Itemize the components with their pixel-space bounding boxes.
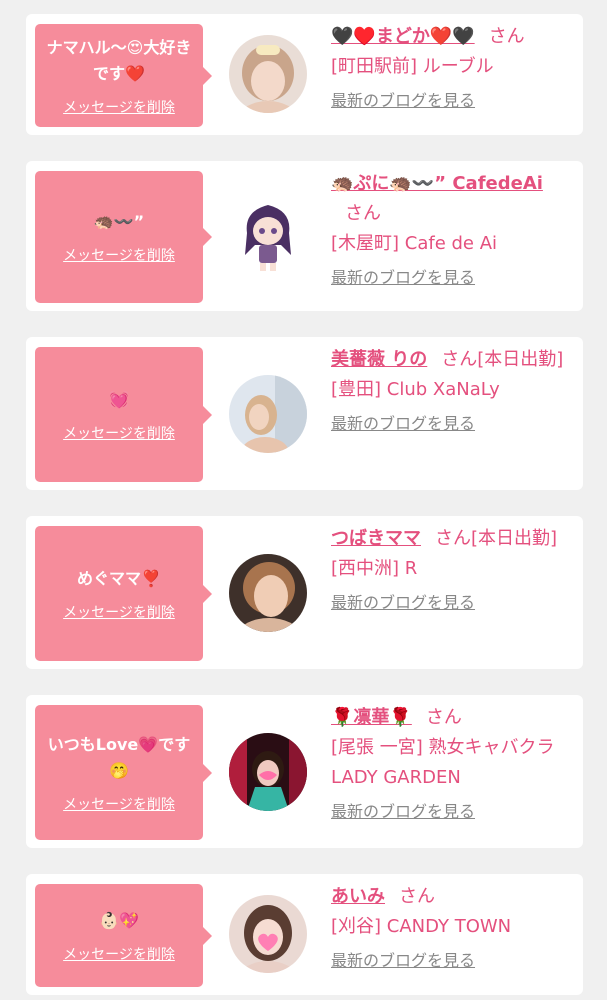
avatar[interactable] <box>229 733 307 811</box>
name-suffix: さん <box>425 707 462 728</box>
woman-portrait-avatar-icon <box>229 375 307 453</box>
avatar[interactable] <box>229 895 307 973</box>
message-card: 👶🏻💖 メッセージを削除 あいみ さん [刈谷] CANDY TOWN 最新のブロ… <box>26 874 583 995</box>
shop-label: [木屋町] Cafe de Ai <box>331 233 498 254</box>
message-bubble: いつもLove💗です🤭 メッセージを削除 <box>35 705 212 840</box>
card-info: 🖤♥️まどか❤️🖤 さん [町田駅前] ルーブル 最新のブログを見る <box>331 22 573 116</box>
latest-blog-link[interactable]: 最新のブログを見る <box>331 86 475 116</box>
delete-message-link[interactable]: メッセージを削除 <box>63 97 175 117</box>
cast-name-link[interactable]: 🖤♥️まどか❤️🖤 <box>331 26 475 47</box>
latest-blog-link[interactable]: 最新のブログを見る <box>331 263 475 293</box>
message-card: 🦔〰️” メッセージを削除 🦔ぷに🦔〰️” CafedeAi さん [木屋町] C… <box>26 161 583 311</box>
delete-message-link[interactable]: メッセージを削除 <box>63 245 175 265</box>
message-card: いつもLove💗です🤭 メッセージを削除 🌹凛華🌹 さん [尾張 一宮] 熟女キャ… <box>26 695 583 848</box>
avatar[interactable] <box>229 554 307 632</box>
shop-label: [豊田] Club XaNaLy <box>331 379 500 400</box>
card-info: つばきママ さん[本日出勤] [西中洲] R 最新のブログを見る <box>331 524 573 618</box>
anime-character-avatar-icon <box>229 197 307 275</box>
message-card: 💓 メッセージを削除 美薔薇 りの さん[本日出勤] [豊田] Club XaNa… <box>26 337 583 490</box>
latest-blog-link[interactable]: 最新のブログを見る <box>331 946 475 976</box>
woman-portrait-avatar-icon <box>229 733 307 811</box>
name-suffix: さん[本日出勤] <box>441 349 564 370</box>
message-bubble: ナマハル〜😍大好きです❤️ メッセージを削除 <box>35 24 212 127</box>
card-info: 美薔薇 りの さん[本日出勤] [豊田] Club XaNaLy 最新のブログを見… <box>331 345 573 439</box>
message-bubble: 👶🏻💖 メッセージを削除 <box>35 884 212 987</box>
message-text: 👶🏻💖 <box>99 910 139 930</box>
delete-message-link[interactable]: メッセージを削除 <box>63 794 175 814</box>
cast-name-link[interactable]: 🦔ぷに🦔〰️” CafedeAi <box>331 173 543 194</box>
delete-message-link[interactable]: メッセージを削除 <box>63 423 175 443</box>
latest-blog-link[interactable]: 最新のブログを見る <box>331 588 475 618</box>
avatar[interactable] <box>229 197 307 275</box>
card-info: あいみ さん [刈谷] CANDY TOWN 最新のブログを見る <box>331 882 573 976</box>
delete-message-link[interactable]: メッセージを削除 <box>63 944 175 964</box>
cast-name-link[interactable]: あいみ <box>331 886 385 907</box>
name-suffix: さん <box>488 26 525 47</box>
avatar[interactable] <box>229 35 307 113</box>
message-text: めぐママ❣️ <box>77 568 161 588</box>
message-text: 💓 <box>109 389 129 409</box>
latest-blog-link[interactable]: 最新のブログを見る <box>331 797 475 827</box>
woman-portrait-avatar-icon <box>229 35 307 113</box>
shop-label: [刈谷] CANDY TOWN <box>331 916 512 937</box>
name-suffix: さん <box>399 886 435 907</box>
card-info: 🌹凛華🌹 さん [尾張 一宮] 熟女キャバクラ LADY GARDEN 最新のブロ… <box>331 703 573 827</box>
shop-label: [尾張 一宮] 熟女キャバクラ LADY GARDEN <box>331 737 555 788</box>
message-list: ナマハル〜😍大好きです❤️ メッセージを削除 🖤♥️まどか❤️🖤 さん [町田駅前… <box>0 0 607 995</box>
shop-label: [西中洲] R <box>331 558 418 579</box>
woman-portrait-avatar-icon <box>229 554 307 632</box>
message-bubble: めぐママ❣️ メッセージを削除 <box>35 526 212 661</box>
name-suffix: さん[本日出勤] <box>435 528 558 549</box>
message-card: めぐママ❣️ メッセージを削除 つばきママ さん[本日出勤] [西中洲] R 最新… <box>26 516 583 669</box>
message-text: ナマハル〜😍大好きです❤️ <box>46 37 192 83</box>
message-bubble: 💓 メッセージを削除 <box>35 347 212 482</box>
latest-blog-link[interactable]: 最新のブログを見る <box>331 409 475 439</box>
cast-name-link[interactable]: つばきママ <box>331 528 421 549</box>
woman-portrait-avatar-icon <box>229 895 307 973</box>
cast-name-link[interactable]: 🌹凛華🌹 <box>331 707 412 728</box>
name-suffix: さん <box>345 203 381 224</box>
message-card: ナマハル〜😍大好きです❤️ メッセージを削除 🖤♥️まどか❤️🖤 さん [町田駅前… <box>26 14 583 135</box>
message-text: いつもLove💗です🤭 <box>47 734 191 780</box>
shop-label: [町田駅前] ルーブル <box>331 56 494 77</box>
card-info: 🦔ぷに🦔〰️” CafedeAi さん [木屋町] Cafe de Ai 最新のブ… <box>331 169 573 293</box>
delete-message-link[interactable]: メッセージを削除 <box>63 602 175 622</box>
cast-name-link[interactable]: 美薔薇 りの <box>331 349 427 370</box>
message-bubble: 🦔〰️” メッセージを削除 <box>35 171 212 303</box>
avatar[interactable] <box>229 375 307 453</box>
message-text: 🦔〰️” <box>93 212 145 231</box>
